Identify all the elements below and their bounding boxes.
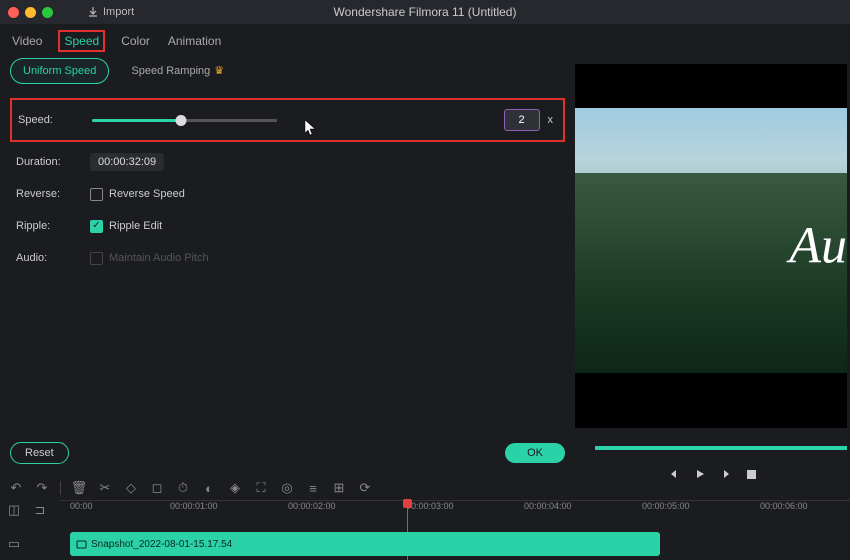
- import-label: Import: [103, 6, 134, 18]
- tab-video[interactable]: Video: [10, 30, 44, 52]
- tick-label: 00:00:03:00: [406, 501, 454, 511]
- tab-animation[interactable]: Animation: [166, 30, 223, 52]
- tick-label: 00:00:05:00: [642, 501, 690, 511]
- play-button[interactable]: [694, 468, 706, 480]
- timeline-toolbar: ↶ ↷ 🗑 ✂ ◇ ◻ ⏱ ◐ ◈ ⛶ ◎ ≡ ⊞ ⟳: [6, 476, 375, 500]
- tab-speed[interactable]: Speed: [58, 30, 105, 52]
- window-controls: [8, 7, 53, 18]
- next-frame-button[interactable]: [720, 468, 732, 480]
- clip-name: Snapshot_2022-08-01-15.17.54: [91, 539, 232, 550]
- tick-label: 00:00: [70, 501, 93, 511]
- titlebar: Import Wondershare Filmora 11 (Untitled): [0, 0, 850, 24]
- render-icon[interactable]: ⟳: [357, 480, 373, 496]
- track-lock-icon[interactable]: ▭: [6, 536, 22, 552]
- track-visibility-icon[interactable]: ◫: [6, 502, 22, 518]
- ripple-cb-label: Ripple Edit: [109, 220, 162, 232]
- redo-button[interactable]: ↷: [34, 480, 50, 496]
- undo-button[interactable]: ↶: [8, 480, 24, 496]
- timeline-clip[interactable]: Snapshot_2022-08-01-15.17.54: [70, 532, 660, 556]
- preview-panel: Au: [575, 58, 850, 480]
- preview-viewport[interactable]: Au: [575, 64, 847, 428]
- speed-panel: Uniform Speed Speed Ramping ♛ Speed: x Du…: [0, 58, 575, 480]
- color-tool-icon[interactable]: ◐: [201, 480, 217, 496]
- subtab-uniform-speed[interactable]: Uniform Speed: [10, 58, 109, 84]
- close-window-button[interactable]: [8, 7, 19, 18]
- overlay-text: Au: [789, 217, 847, 276]
- playback-controls: [575, 468, 850, 480]
- keyframe-icon[interactable]: ◈: [227, 480, 243, 496]
- audio-sync-icon[interactable]: ⊞: [331, 480, 347, 496]
- prev-frame-button[interactable]: [668, 468, 680, 480]
- speed-input[interactable]: [504, 109, 540, 131]
- property-tabs: Video Speed Color Animation: [0, 24, 850, 58]
- delete-button[interactable]: 🗑: [71, 480, 87, 496]
- crop-button[interactable]: ◻: [149, 480, 165, 496]
- tab-color[interactable]: Color: [119, 30, 152, 52]
- expand-icon[interactable]: ⛶: [253, 480, 269, 496]
- panel-footer: Reset OK: [10, 442, 565, 464]
- stop-button[interactable]: [746, 468, 758, 480]
- tick-label: 00:00:02:00: [288, 501, 336, 511]
- reverse-cb-label: Reverse Speed: [109, 188, 185, 200]
- tick-label: 00:00:04:00: [524, 501, 572, 511]
- import-button[interactable]: Import: [87, 6, 134, 18]
- audio-cb-label: Maintain Audio Pitch: [109, 252, 209, 264]
- maximize-window-button[interactable]: [42, 7, 53, 18]
- speed-subtabs: Uniform Speed Speed Ramping ♛: [10, 58, 565, 84]
- import-icon: [87, 6, 99, 18]
- clip-type-icon: [76, 539, 87, 550]
- menu-icon[interactable]: ≡: [305, 480, 321, 496]
- marker-icon[interactable]: ◇: [123, 480, 139, 496]
- subtab-speed-ramping[interactable]: Speed Ramping ♛: [119, 58, 236, 84]
- preview-frame: Au: [575, 64, 847, 428]
- timeline-ruler[interactable]: 00:00 00:00:01:00 00:00:02:00 00:00:03:0…: [60, 500, 850, 520]
- tick-label: 00:00:06:00: [760, 501, 808, 511]
- speed-suffix: x: [548, 114, 554, 126]
- speed-label: Speed:: [12, 114, 92, 126]
- speed-slider-thumb[interactable]: [175, 115, 186, 126]
- duration-label: Duration:: [10, 156, 90, 168]
- reverse-checkbox[interactable]: [90, 188, 103, 201]
- duration-value[interactable]: 00:00:32:09: [90, 153, 164, 171]
- speed-slider[interactable]: [92, 119, 277, 122]
- crown-icon: ♛: [214, 65, 224, 77]
- mask-icon[interactable]: ◎: [279, 480, 295, 496]
- audio-label: Audio:: [10, 252, 90, 264]
- ok-button[interactable]: OK: [505, 443, 565, 463]
- subtab-ramping-label: Speed Ramping: [131, 65, 210, 77]
- window-title: Wondershare Filmora 11 (Untitled): [334, 5, 517, 19]
- minimize-window-button[interactable]: [25, 7, 36, 18]
- audio-checkbox: [90, 252, 103, 265]
- ripple-checkbox[interactable]: [90, 220, 103, 233]
- speed-tool-icon[interactable]: ⏱: [175, 480, 191, 496]
- preview-scrubber[interactable]: [595, 446, 847, 450]
- timeline: ◫ ⊐ ▭ 00:00 00:00:01:00 00:00:02:00 00:0…: [0, 500, 850, 560]
- reverse-label: Reverse:: [10, 188, 90, 200]
- speed-row-highlight: Speed: x: [10, 98, 565, 142]
- split-button[interactable]: ✂: [97, 480, 113, 496]
- track-magnet-icon[interactable]: ⊐: [32, 502, 48, 518]
- tick-label: 00:00:01:00: [170, 501, 218, 511]
- reset-button[interactable]: Reset: [10, 442, 69, 464]
- ripple-label: Ripple:: [10, 220, 90, 232]
